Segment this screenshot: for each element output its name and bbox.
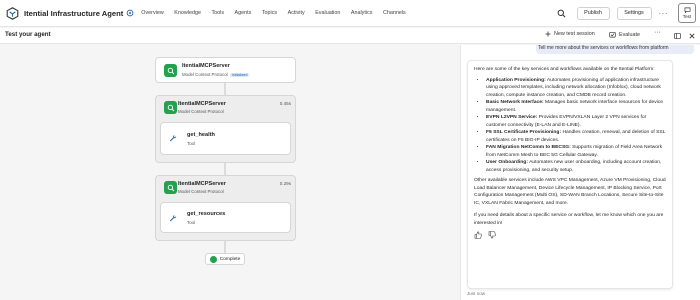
list-item: User Onboarding: Automates new user onbo… xyxy=(486,159,666,174)
close-icon[interactable] xyxy=(689,33,695,39)
call-duration: 0.45s xyxy=(279,101,291,106)
add-icon xyxy=(545,31,551,37)
activity-map-canvas: ItentialMCPServer Model Context Protocol… xyxy=(0,45,459,300)
chat-panel: Tell me more about the services or workf… xyxy=(460,45,700,300)
initialized-badge: Initialized xyxy=(229,73,250,77)
evaluate-button[interactable]: Evaluate xyxy=(609,31,640,38)
mcp-server-icon xyxy=(164,181,177,194)
group-subtitle: Model Context Protocol xyxy=(178,109,224,114)
services-list: Application Provisioning: Automates prov… xyxy=(486,77,666,175)
panel-title: Test your agent xyxy=(5,31,51,38)
group-subtitle: Model Context Protocol xyxy=(178,189,224,194)
list-item: F5 SSL Certificate Provisioning: Handles… xyxy=(486,129,666,144)
panel-layout-icon[interactable] xyxy=(674,33,681,39)
item-title: EVPN L2VPN Service: xyxy=(486,115,538,120)
agent-response: Here are some of the key services and wo… xyxy=(467,60,673,289)
complete-label: Complete xyxy=(219,256,241,262)
list-item: Basic Network Interface: Manages basic n… xyxy=(486,99,666,114)
mcp-server-icon xyxy=(164,101,177,114)
test-panel-header: Test your agent New test session Evaluat… xyxy=(0,28,700,44)
nav-topics[interactable]: Topics xyxy=(262,10,277,16)
list-item: Application Provisioning: Automates prov… xyxy=(486,77,666,100)
wrench-icon xyxy=(169,214,177,222)
feedback-buttons xyxy=(474,231,666,239)
chat-bubble-icon xyxy=(684,7,690,13)
test-agent-button[interactable]: Test xyxy=(678,3,696,23)
search-icon xyxy=(557,9,566,17)
tool-type: Tool xyxy=(187,220,196,225)
user-message: Tell me more about the services or workf… xyxy=(536,45,694,54)
evaluate-icon xyxy=(609,31,616,38)
mcp-server-icon xyxy=(164,64,177,77)
item-title: Basic Network Interface: xyxy=(486,100,544,105)
response-other-services: Other available services include AWS VPC… xyxy=(474,178,666,206)
group-title: ItentialMCPServer xyxy=(178,101,226,107)
mcp-server-node[interactable]: ItentialMCPServer Model Context Protocol… xyxy=(155,57,296,83)
tool-name: get_resources xyxy=(187,211,226,217)
node-subtitle: Model Context Protocol Initialized xyxy=(182,72,250,77)
node-title: ItentialMCPServer xyxy=(182,63,230,69)
item-title: Application Provisioning: xyxy=(486,77,546,83)
response-intro: Here are some of the key services and wo… xyxy=(474,67,655,72)
panel-more-button[interactable]: ··· xyxy=(654,29,661,36)
item-title: FAN Migration NetComm to BECSG: xyxy=(486,145,571,150)
top-bar: Itential Infrastructure Agent Overview K… xyxy=(0,0,700,27)
tool-call-card[interactable]: get_health Tool xyxy=(160,122,291,155)
thumbs-down-icon[interactable] xyxy=(488,231,496,239)
evaluate-label: Evaluate xyxy=(619,31,640,38)
call-duration: 0.29s xyxy=(279,181,291,186)
complete-check-icon xyxy=(209,255,217,263)
group-title: ItentialMCPServer xyxy=(178,181,226,187)
complete-node[interactable]: Complete xyxy=(205,253,245,265)
item-title: F5 SSL Certificate Provisioning: xyxy=(486,130,562,135)
response-closing: If you need details about a specific ser… xyxy=(474,213,664,226)
message-timestamp: Just now xyxy=(467,291,486,296)
agent-logo-icon xyxy=(6,6,19,20)
thumbs-up-icon[interactable] xyxy=(474,231,482,239)
nav-evaluation[interactable]: Evaluation xyxy=(315,10,340,16)
tool-call-card[interactable]: get_resources Tool xyxy=(160,202,291,233)
test-label: Test xyxy=(682,14,692,19)
nav-tools[interactable]: Tools xyxy=(211,10,224,16)
settings-button[interactable]: Settings xyxy=(616,6,652,20)
nav-knowledge[interactable]: Knowledge xyxy=(174,10,201,16)
top-actions: Publish Settings ··· Test xyxy=(555,3,696,23)
nav-agents[interactable]: Agents xyxy=(235,10,252,16)
list-item: FAN Migration NetComm to BECSG: Supports… xyxy=(486,144,666,159)
list-item: EVPN L2VPN Service: Provides EVPN/VXLAN … xyxy=(486,114,666,129)
nav-overview[interactable]: Overview xyxy=(141,10,163,16)
new-test-session-label: New test session xyxy=(554,31,595,37)
mcp-call-group[interactable]: ItentialMCPServer Model Context Protocol… xyxy=(155,95,296,163)
nav-activity[interactable]: Activity xyxy=(288,10,305,16)
tool-name: get_health xyxy=(187,132,215,138)
nav-analytics[interactable]: Analytics xyxy=(351,10,373,16)
search-button[interactable] xyxy=(555,6,569,20)
more-options-button[interactable]: ··· xyxy=(659,9,669,18)
tool-type: Tool xyxy=(187,141,196,146)
nav-channels[interactable]: Channels xyxy=(383,10,406,16)
publish-button[interactable]: Publish xyxy=(576,6,610,20)
mcp-call-group[interactable]: ItentialMCPServer Model Context Protocol… xyxy=(155,175,296,241)
app-title: Itential Infrastructure Agent xyxy=(24,8,124,18)
agent-edit-icon[interactable] xyxy=(126,9,134,17)
node-subtitle-text: Model Context Protocol xyxy=(182,72,228,77)
wrench-icon xyxy=(169,134,177,142)
main-nav: Overview Knowledge Tools Agents Topics A… xyxy=(141,10,416,16)
item-title: User Onboarding: xyxy=(486,160,528,165)
new-test-session-button[interactable]: New test session xyxy=(545,31,595,37)
